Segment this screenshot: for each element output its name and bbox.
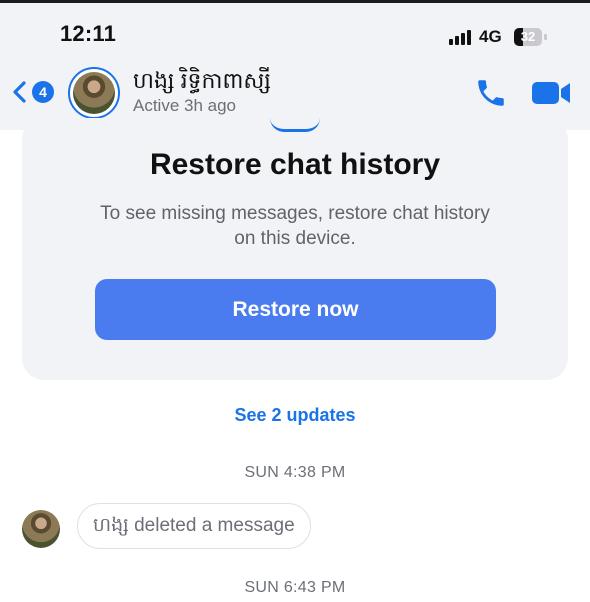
back-chevron-icon (13, 81, 26, 103)
deleted-message-bubble[interactable]: ហង្ស deleted a message (77, 503, 311, 549)
contact-avatar[interactable] (68, 67, 120, 119)
active-status: Active 3h ago (133, 96, 237, 115)
status-bar: 12:11 4G 32 (0, 3, 590, 55)
signal-icon (449, 29, 475, 45)
video-camera-icon[interactable] (530, 79, 572, 107)
unread-count-badge: 4 (32, 81, 54, 103)
restore-now-button[interactable]: Restore now (95, 279, 496, 340)
card-description: To see missing messages, restore chat hi… (100, 203, 490, 249)
back-button[interactable]: 4 (10, 75, 60, 109)
phone-icon[interactable] (474, 76, 508, 110)
chat-screen: 12:11 4G 32 4 ហង្ស រិទ្ធិកាពាស្សី Active… (0, 0, 590, 602)
status-time: 12:11 (60, 21, 117, 46)
card-title: Restore chat history (149, 148, 441, 181)
message-timestamp: SUN 4:38 PM (244, 464, 346, 481)
avatar-image (73, 72, 115, 114)
contact-name[interactable]: ហង្ស រិទ្ធិកាពាស្សី (133, 67, 271, 99)
see-updates-link[interactable]: See 2 updates (0, 405, 590, 426)
battery-level: 32 (520, 29, 536, 44)
sender-avatar[interactable] (22, 510, 60, 548)
battery-icon: 32 (514, 28, 548, 46)
network-type: 4G (479, 27, 502, 46)
message-timestamp: SUN 6:43 PM (244, 579, 346, 596)
card-top-icon (270, 118, 320, 132)
